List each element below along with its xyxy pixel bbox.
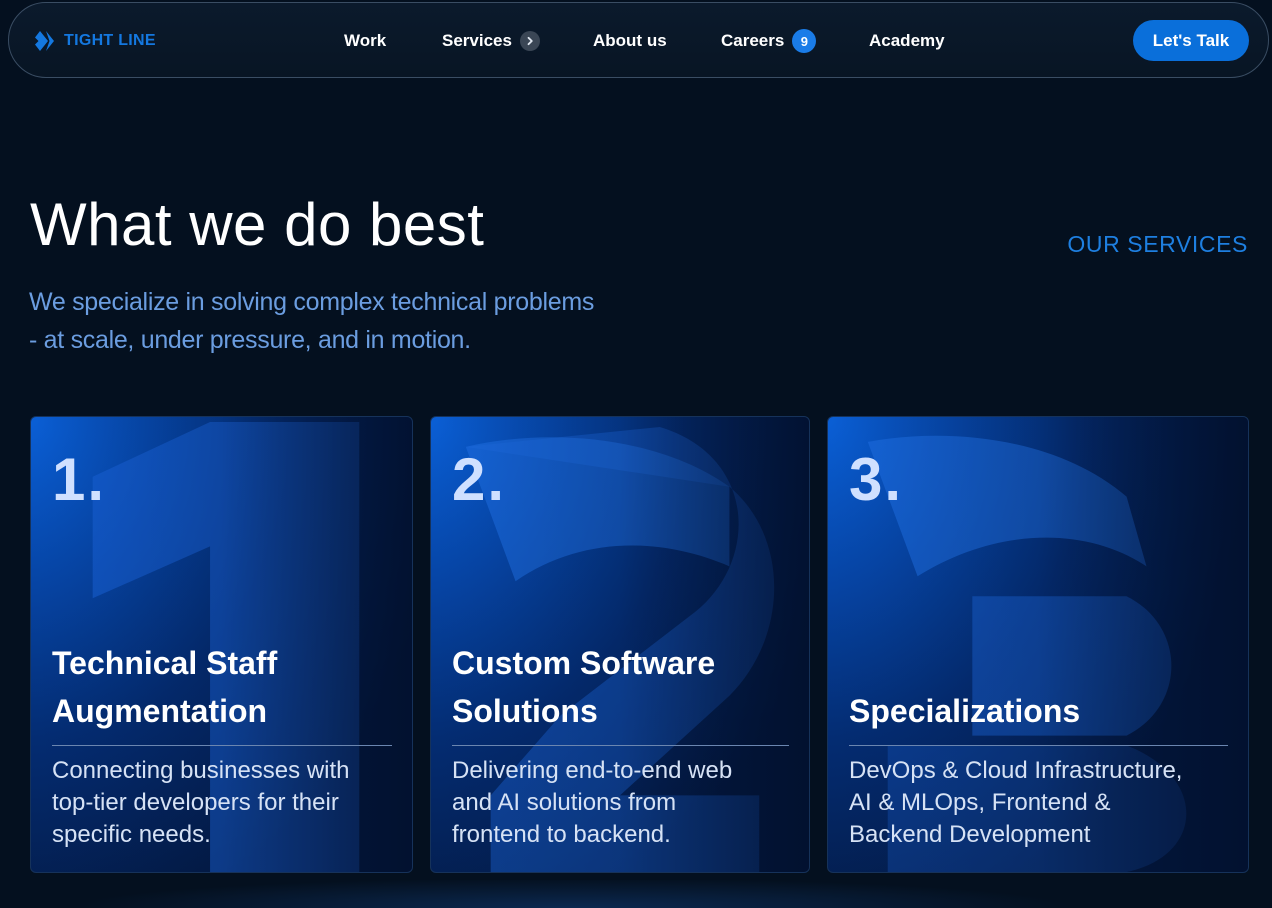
nav-item-careers[interactable]: Careers 9: [721, 29, 817, 53]
service-card-custom-software[interactable]: 2. Custom Software Solutions Delivering …: [430, 416, 810, 873]
brand-name: TIGHT LINE: [64, 32, 156, 49]
nav-item-label: Services: [442, 31, 512, 50]
page-subtitle: We specialize in solving complex technic…: [29, 283, 709, 359]
double-chevron-diamond-icon: [35, 31, 54, 51]
nav-item-label: About us: [593, 31, 667, 50]
section-eyebrow: OUR SERVICES: [1067, 231, 1248, 257]
lets-talk-button[interactable]: Let's Talk: [1133, 20, 1249, 61]
brand-logo[interactable]: TIGHT LINE: [34, 30, 156, 52]
subtitle-line: We specialize in solving complex technic…: [29, 288, 595, 316]
card-description-line: Delivering end-to-end web: [452, 757, 733, 784]
card-divider: [52, 745, 392, 746]
card-description-line: AI & MLOps, Frontend &: [849, 789, 1111, 816]
nav-item-services[interactable]: Services: [442, 30, 540, 52]
card-description: DevOps & Cloud Infrastructure, AI & MLOp…: [849, 755, 1229, 851]
top-navbar: TIGHT LINE Work Services About us Career…: [8, 2, 1269, 78]
service-card-staff-augmentation[interactable]: 1. Technical Staff Augmentation Connecti…: [30, 416, 413, 873]
nav-item-label: Careers: [721, 31, 785, 50]
nav-item-academy[interactable]: Academy: [869, 30, 945, 52]
card-description-line: frontend to backend.: [452, 821, 671, 848]
card-description-line: DevOps & Cloud Infrastructure,: [849, 757, 1183, 784]
card-title: Specializations: [849, 687, 1189, 735]
card-title: Custom Software Solutions: [452, 639, 792, 735]
card-divider: [452, 745, 789, 746]
service-card-specializations[interactable]: 3. Specializations DevOps & Cloud Infras…: [827, 416, 1249, 873]
card-description-line: specific needs.: [52, 821, 211, 848]
page-title: What we do best: [30, 191, 485, 258]
card-title: Technical Staff Augmentation: [52, 639, 392, 735]
card-description: Connecting businesses with top-tier deve…: [52, 755, 412, 851]
card-title-line: Custom Software: [452, 645, 716, 681]
card-description-line: top-tier developers for their: [52, 789, 339, 816]
careers-count-badge: 9: [792, 29, 817, 53]
card-number: 3.: [849, 446, 904, 513]
nav-item-work[interactable]: Work: [344, 30, 386, 52]
nav-item-label: Work: [344, 31, 387, 50]
card-description: Delivering end-to-end web and AI solutio…: [452, 755, 809, 851]
nav-item-about-us[interactable]: About us: [593, 30, 667, 52]
card-description-line: Connecting businesses with: [52, 757, 350, 784]
card-description-line: Backend Development: [849, 821, 1091, 848]
card-title-line: Technical Staff: [52, 645, 278, 681]
nav-item-label: Academy: [869, 31, 945, 50]
subtitle-line: - at scale, under pressure, and in motio…: [29, 326, 471, 354]
bottom-glow: [0, 880, 1272, 908]
card-divider: [849, 745, 1228, 746]
card-title-line: Solutions: [452, 693, 598, 729]
card-number: 2.: [452, 446, 507, 513]
chevron-right-icon: [519, 31, 540, 51]
card-description-line: and AI solutions from: [452, 789, 677, 816]
card-title-line: Specializations: [849, 693, 1081, 729]
card-title-line: Augmentation: [52, 693, 268, 729]
card-number: 1.: [52, 446, 107, 513]
